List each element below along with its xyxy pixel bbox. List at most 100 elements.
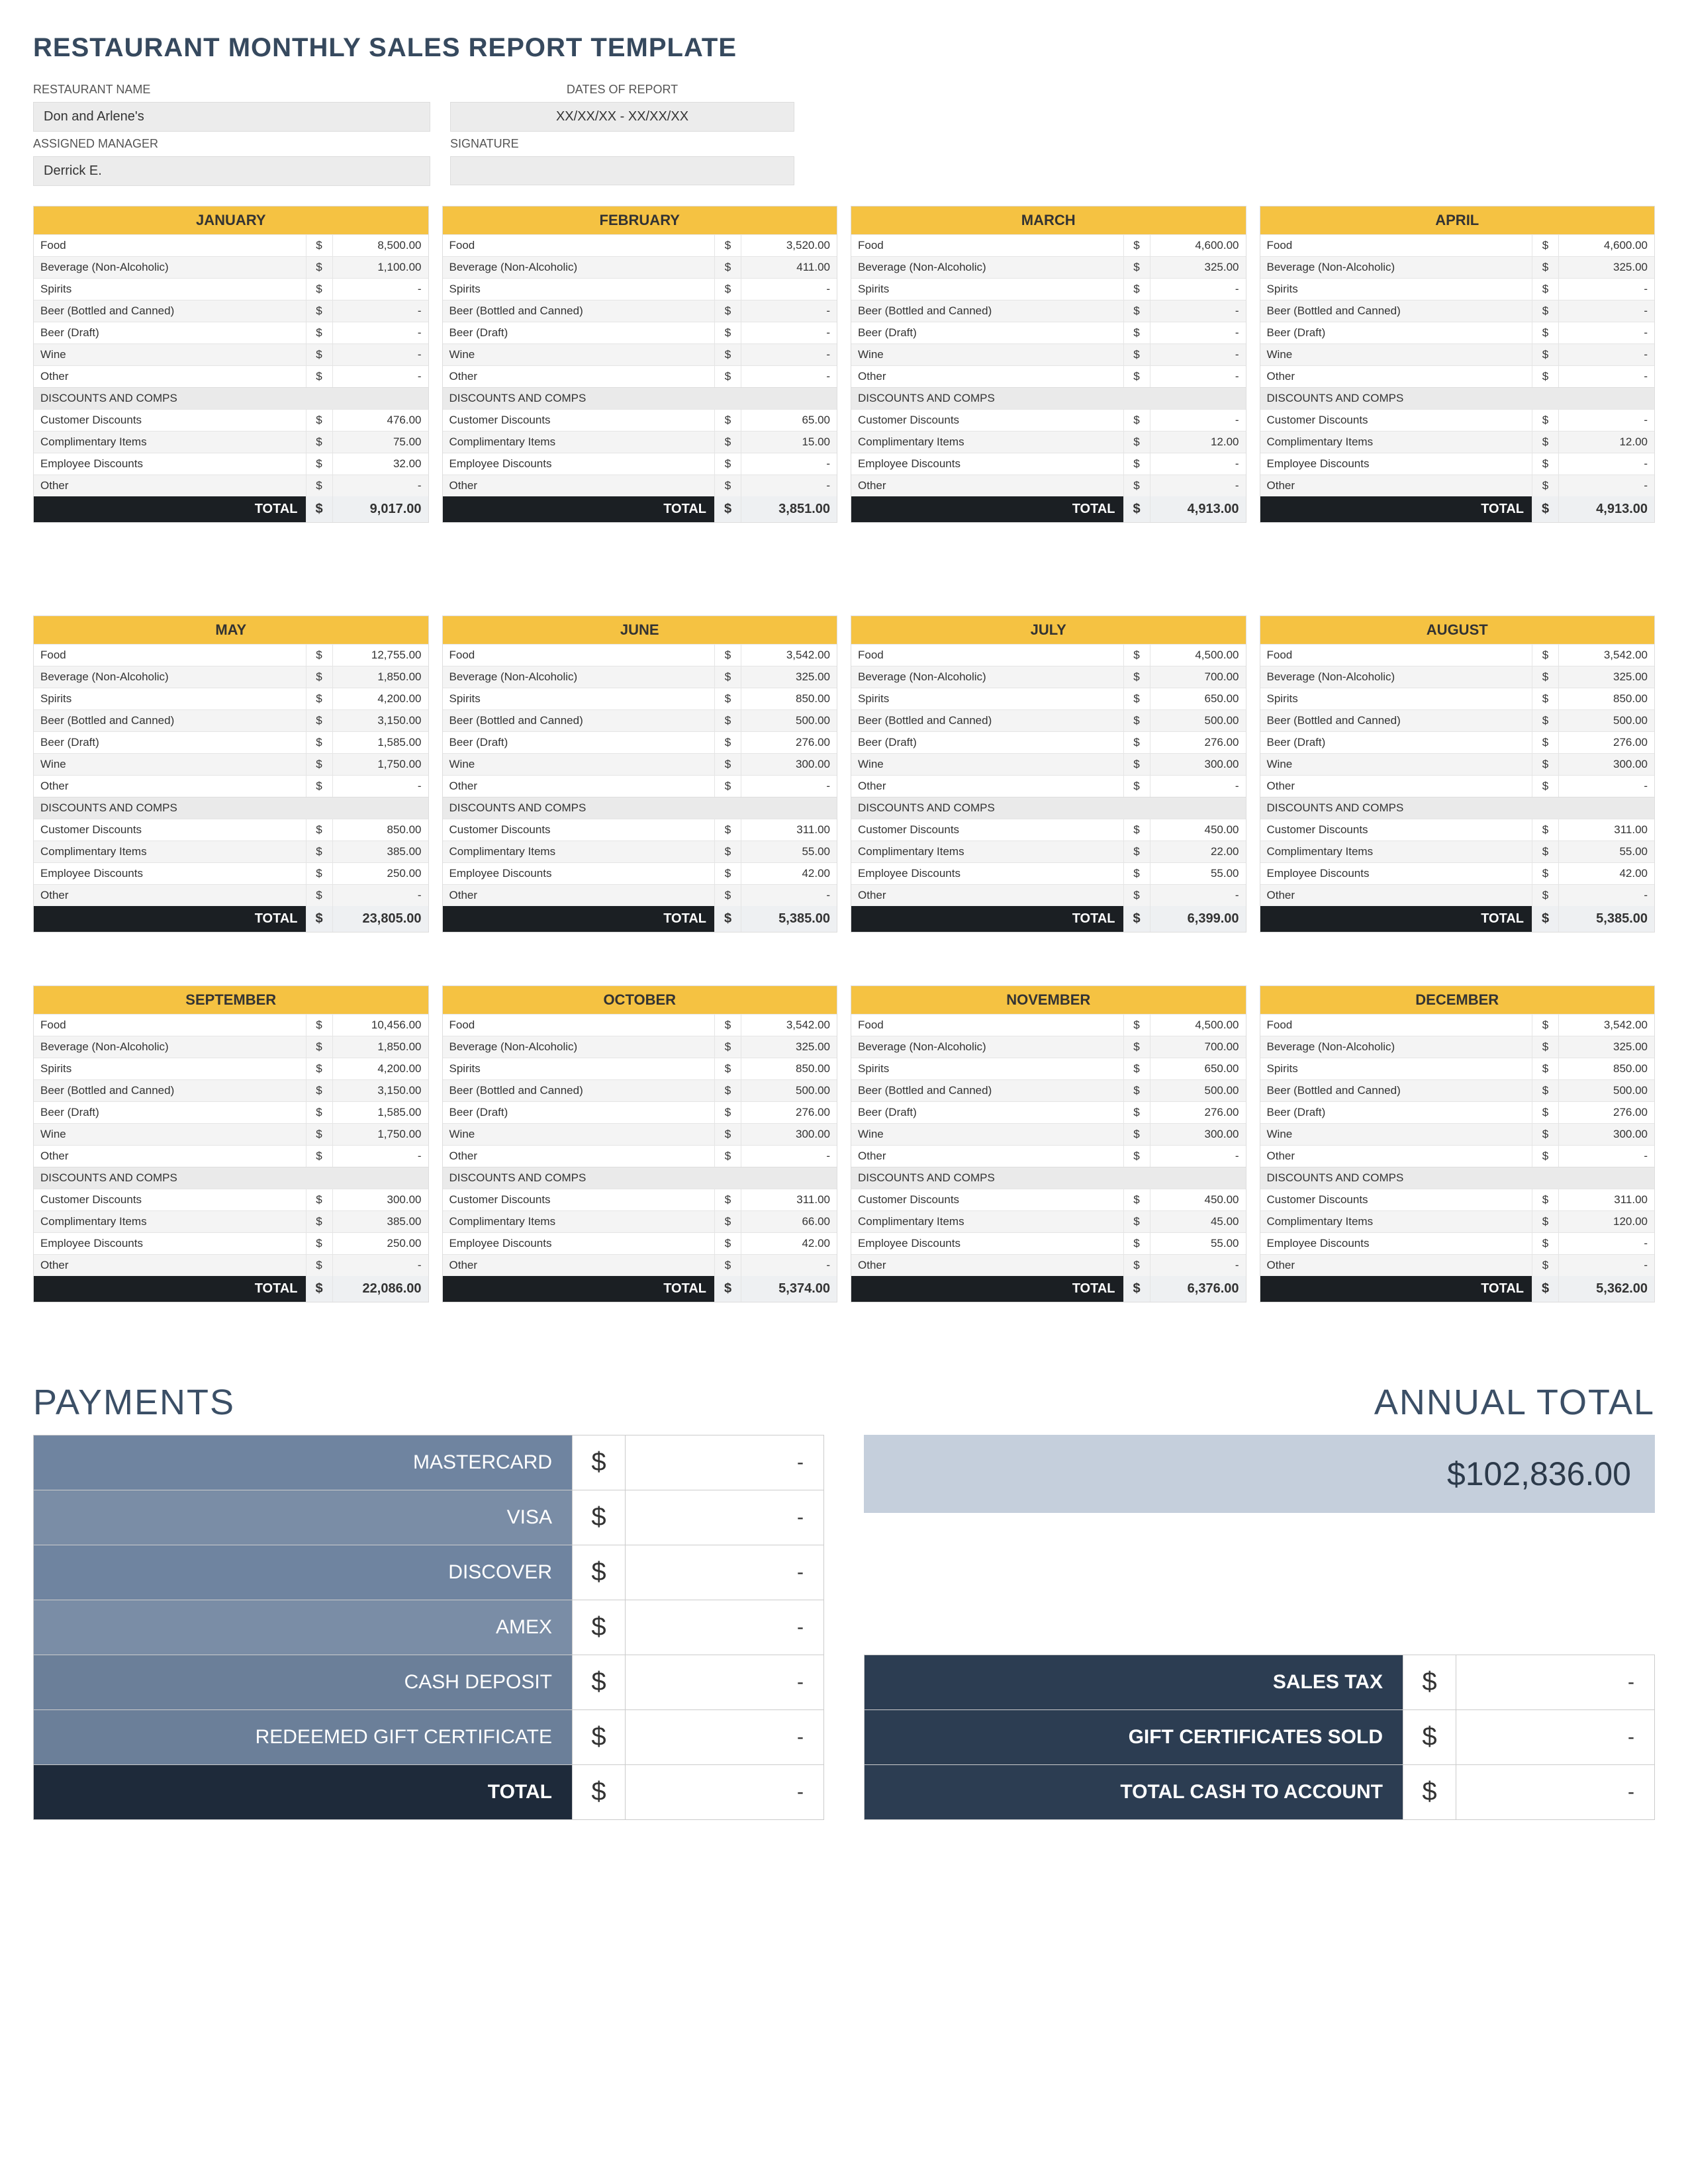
sales-row: Wine$300.00	[1260, 753, 1655, 775]
discount-row: Complimentary Items$55.00	[443, 841, 837, 862]
amount-value: -	[332, 366, 428, 387]
currency-symbol: $	[1123, 235, 1150, 256]
amount-value: 325.00	[1558, 257, 1654, 278]
currency-symbol: $	[306, 645, 332, 666]
sales-row: Spirits$-	[1260, 278, 1655, 300]
discount-label: Employee Discounts	[34, 453, 306, 475]
category-label: Beer (Bottled and Canned)	[851, 300, 1123, 322]
currency-symbol: $	[1123, 496, 1150, 522]
currency-symbol: $	[1532, 475, 1558, 496]
currency-symbol: $	[1532, 410, 1558, 431]
discount-label: Complimentary Items	[34, 1211, 306, 1232]
amount-value: -	[1150, 300, 1246, 322]
discount-row: Customer Discounts$-	[1260, 409, 1655, 431]
amount-value: 250.00	[332, 1233, 428, 1254]
amount-value: 55.00	[1150, 863, 1246, 884]
sales-row: Beverage (Non-Alcoholic)$325.00	[443, 666, 837, 688]
discount-row: Complimentary Items$55.00	[1260, 841, 1655, 862]
category-label: Food	[851, 1015, 1123, 1036]
assigned-manager-input[interactable]: Derrick E.	[33, 156, 430, 186]
amount-value: 1,850.00	[332, 1036, 428, 1058]
discounts-header: DISCOUNTS AND COMPS	[1260, 797, 1655, 819]
amount-value: -	[1150, 885, 1246, 906]
discount-label: Customer Discounts	[34, 410, 306, 431]
sales-row: Other$-	[851, 1145, 1246, 1167]
discount-row: Other$-	[34, 884, 428, 906]
summary-value: -	[1456, 1710, 1654, 1764]
discount-label: Complimentary Items	[34, 432, 306, 453]
category-label: Other	[851, 776, 1123, 797]
amount-value: 411.00	[741, 257, 837, 278]
month-name: AUGUST	[1260, 616, 1655, 644]
currency-symbol: $	[306, 688, 332, 709]
payment-total-label: TOTAL	[34, 1765, 572, 1819]
currency-symbol: $	[714, 279, 741, 300]
amount-value: -	[1558, 1255, 1654, 1276]
payment-total-row: TOTAL$-	[34, 1764, 823, 1819]
currency-symbol: $	[714, 344, 741, 365]
discount-row: Employee Discounts$-	[1260, 1232, 1655, 1254]
category-label: Beer (Draft)	[851, 322, 1123, 343]
amount-value: -	[1558, 475, 1654, 496]
summary-label: SALES TAX	[865, 1655, 1403, 1709]
amount-value: -	[741, 300, 837, 322]
currency-symbol: $	[1532, 432, 1558, 453]
payment-value: -	[625, 1490, 823, 1545]
discount-row: Employee Discounts$-	[851, 453, 1246, 475]
category-label: Food	[34, 235, 306, 256]
sales-row: Food$3,542.00	[443, 1014, 837, 1036]
currency-symbol: $	[1123, 257, 1150, 278]
amount-value: 850.00	[332, 819, 428, 841]
currency-symbol: $	[306, 410, 332, 431]
sales-row: Beer (Bottled and Canned)$500.00	[851, 709, 1246, 731]
amount-value: -	[332, 885, 428, 906]
page-title: RESTAURANT MONTHLY SALES REPORT TEMPLATE	[33, 33, 1655, 63]
category-label: Other	[443, 366, 715, 387]
dates-input[interactable]: XX/XX/XX - XX/XX/XX	[450, 102, 794, 132]
discount-row: Customer Discounts$450.00	[851, 1189, 1246, 1210]
currency-symbol: $	[1123, 322, 1150, 343]
currency-symbol: $	[1123, 841, 1150, 862]
amount-value: 300.00	[741, 1124, 837, 1145]
sales-row: Food$4,500.00	[851, 644, 1246, 666]
currency-symbol: $	[1123, 279, 1150, 300]
sales-row: Beverage (Non-Alcoholic)$325.00	[443, 1036, 837, 1058]
amount-value: -	[332, 776, 428, 797]
currency-symbol: $	[714, 906, 741, 932]
payments-table: MASTERCARD$-VISA$-DISCOVER$-AMEX$-CASH D…	[33, 1435, 824, 1820]
currency-symbol: $	[714, 1058, 741, 1079]
month-card: OCTOBERFood$3,542.00Beverage (Non-Alcoho…	[442, 985, 838, 1302]
sales-row: Wine$-	[34, 343, 428, 365]
total-label: TOTAL	[1260, 1276, 1532, 1302]
amount-value: 276.00	[1558, 732, 1654, 753]
amount-value: 325.00	[1558, 1036, 1654, 1058]
sales-row: Beverage (Non-Alcoholic)$1,850.00	[34, 1036, 428, 1058]
signature-input[interactable]	[450, 156, 794, 185]
sales-row: Wine$300.00	[851, 1123, 1246, 1145]
sales-row: Wine$1,750.00	[34, 753, 428, 775]
amount-value: 276.00	[1150, 732, 1246, 753]
amount-value: 1,100.00	[332, 257, 428, 278]
months-grid-1: JANUARYFood$8,500.00Beverage (Non-Alcoho…	[33, 206, 1655, 523]
discount-label: Other	[443, 1255, 715, 1276]
currency-symbol: $	[306, 1255, 332, 1276]
amount-value: 850.00	[741, 1058, 837, 1079]
category-label: Food	[851, 645, 1123, 666]
discount-row: Other$-	[1260, 1254, 1655, 1276]
sales-row: Beverage (Non-Alcoholic)$700.00	[851, 666, 1246, 688]
currency-symbol: $	[1123, 688, 1150, 709]
amount-value: -	[741, 1255, 837, 1276]
category-label: Beverage (Non-Alcoholic)	[851, 257, 1123, 278]
total-value: 9,017.00	[332, 496, 428, 522]
sales-row: Food$4,600.00	[1260, 234, 1655, 256]
discount-row: Other$-	[34, 475, 428, 496]
currency-symbol: $	[1123, 1102, 1150, 1123]
discount-row: Customer Discounts$311.00	[1260, 1189, 1655, 1210]
total-value: 6,376.00	[1150, 1276, 1246, 1302]
amount-value: 32.00	[332, 453, 428, 475]
currency-symbol: $	[714, 885, 741, 906]
restaurant-name-input[interactable]: Don and Arlene's	[33, 102, 430, 132]
discount-row: Other$-	[443, 884, 837, 906]
currency-symbol: $	[1532, 496, 1558, 522]
amount-value: 300.00	[332, 1189, 428, 1210]
